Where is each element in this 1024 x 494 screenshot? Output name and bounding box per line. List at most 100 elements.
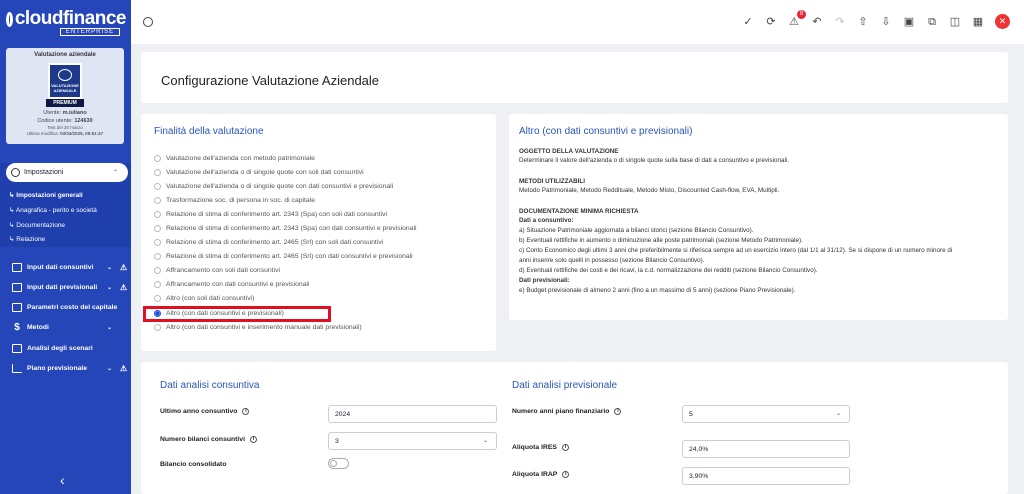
check-icon[interactable]: ✓ bbox=[742, 16, 754, 28]
cloudfinance-logo[interactable]: cloudfinance ENTERPRISE bbox=[6, 8, 127, 38]
save-icon[interactable]: ▣ bbox=[903, 16, 915, 28]
sidebar-item-label: Impostazioni bbox=[24, 169, 64, 176]
radio-option[interactable]: Altro (con soli dati consuntivi) bbox=[154, 295, 254, 302]
radio-option[interactable]: Altro (con dati consuntivi e inserimento… bbox=[154, 324, 362, 331]
help-icon[interactable] bbox=[143, 17, 153, 27]
detail-card: Altro (con dati consuntivi e previsional… bbox=[509, 114, 1008, 320]
copy-icon[interactable]: ⧉ bbox=[926, 16, 938, 28]
redo-icon[interactable]: ↷ bbox=[834, 16, 846, 28]
radio-icon bbox=[154, 225, 161, 232]
download-icon[interactable]: ⇩ bbox=[880, 16, 892, 28]
radio-option[interactable]: Valutazione dell'azienda o di singole qu… bbox=[154, 183, 393, 190]
submenu-impostazioni-generali[interactable]: ↳ Impostazioni generali bbox=[9, 191, 83, 199]
sidebar-item-input-dati-consuntivi[interactable]: Input dati consuntivi ⌄ ⚠ bbox=[12, 260, 130, 274]
alert-icon[interactable]: ⚠ 8 bbox=[788, 9, 806, 28]
undo-icon[interactable]: ↶ bbox=[811, 16, 823, 28]
sidebar-item-piano-previsionale[interactable]: Piano previsionale ⌄ ⚠ bbox=[12, 361, 130, 375]
sidebar-item-analisi-scenari[interactable]: Analisi degli scenari bbox=[12, 341, 130, 355]
finalita-title: Finalità della valutazione bbox=[154, 126, 264, 137]
radio-option[interactable]: Relazione di stima di conferimento art. … bbox=[154, 253, 413, 260]
edit-icon bbox=[12, 262, 22, 272]
numero-bilanci-label: Numero bilanci consuntivi i bbox=[160, 436, 257, 443]
ires-label: Aliquota IRES i bbox=[512, 444, 569, 451]
consuntivo-line: a) Situazione Patrimoniale aggiornata a … bbox=[519, 227, 754, 234]
previsionali-heading: Dati previsionali: bbox=[519, 277, 570, 284]
sidebar-item-metodi[interactable]: $ Metodi ⌄ bbox=[12, 320, 130, 334]
irap-input[interactable]: 3,90% bbox=[682, 467, 850, 485]
numero-bilanci-select[interactable]: 3 ⌄ bbox=[328, 432, 497, 450]
ultimo-anno-label: Ultimo anno consuntivo i bbox=[160, 408, 250, 415]
warning-icon: ⚠ bbox=[120, 282, 128, 292]
ultimo-anno-input[interactable]: 2024 bbox=[328, 405, 497, 423]
radio-icon bbox=[154, 324, 161, 331]
previsionali-line: e) Budget previsionale di almeno 2 anni … bbox=[519, 287, 796, 294]
warning-icon: ⚠ bbox=[120, 363, 128, 373]
radio-option[interactable]: Trasformazione soc. di persona in soc. d… bbox=[154, 197, 315, 204]
edit-icon bbox=[12, 302, 22, 312]
dati-analisi-card: Dati analisi consuntiva Ultimo anno cons… bbox=[141, 362, 1008, 494]
consuntivo-line: anni inserire solo quelli in possesso (s… bbox=[519, 257, 705, 264]
radio-icon bbox=[154, 169, 161, 176]
consolidato-label: Bilancio consolidato bbox=[160, 461, 227, 468]
chevron-down-icon: ⌄ bbox=[107, 264, 113, 271]
page-title-card: Configurazione Valutazione Aziendale bbox=[141, 52, 1008, 103]
collapse-sidebar-icon[interactable]: ‹ bbox=[60, 472, 65, 488]
sidebar-item-impostazioni[interactable]: Impostazioni ⌃ bbox=[6, 163, 128, 182]
info-icon[interactable]: i bbox=[614, 408, 622, 415]
radio-icon bbox=[154, 197, 161, 204]
info-icon[interactable]: i bbox=[562, 471, 570, 478]
radio-icon bbox=[154, 295, 161, 302]
chevron-down-icon: ⌄ bbox=[107, 284, 113, 291]
radio-icon bbox=[154, 267, 161, 274]
badge-text: VALUTAZIONE AZIENDALE bbox=[51, 83, 79, 93]
radio-option[interactable]: Affrancamento con dati consuntivi e prev… bbox=[154, 281, 309, 288]
finalita-card: Finalità della valutazione Valutazione d… bbox=[141, 114, 496, 351]
top-toolbar: ✓ ⟳ ⚠ 8 ↶ ↷ ⇧ ⇩ ▣ ⧉ ◫ ▦ ✕ bbox=[131, 0, 1024, 44]
upload-icon[interactable]: ⇧ bbox=[857, 16, 869, 28]
consuntivo-line: c) Conto Economico degli ultimi 3 anni c… bbox=[519, 247, 953, 254]
radio-option-selected[interactable]: Altro (con dati consuntivi e previsional… bbox=[154, 310, 284, 317]
irap-label: Aliquota IRAP i bbox=[512, 471, 570, 478]
radio-option[interactable]: Relazione di stima di conferimento art. … bbox=[154, 225, 416, 232]
layout-icon[interactable]: ▦ bbox=[972, 16, 984, 28]
company-card-title: Valutazione aziendale bbox=[34, 52, 96, 58]
info-icon[interactable]: i bbox=[561, 444, 569, 451]
metodi-text: Metodo Patrimoniale, Metodo Reddituale, … bbox=[519, 187, 780, 194]
submenu-documentazione[interactable]: ↳ Documentazione bbox=[9, 221, 65, 229]
last-modified-line: Ultima modifica: 03/04/2025, 09:51:47 bbox=[26, 131, 104, 136]
edit-icon bbox=[12, 282, 22, 292]
radio-option[interactable]: Relazione di stima di conferimento art. … bbox=[154, 239, 383, 246]
consolidato-toggle[interactable] bbox=[328, 458, 349, 469]
consuntivo-line: b) Eventuali rettifiche in aumento o dim… bbox=[519, 237, 803, 244]
submenu-anagrafica[interactable]: ↳ Anagrafica - perito e società bbox=[9, 206, 97, 214]
page-title: Configurazione Valutazione Aziendale bbox=[161, 73, 380, 88]
radio-icon bbox=[154, 239, 161, 246]
book-icon bbox=[12, 343, 22, 353]
anni-piano-select[interactable]: 5 ⌄ bbox=[682, 405, 850, 423]
sidebar-item-parametri-costo-capitale[interactable]: Parametri costo del capitale bbox=[12, 300, 130, 314]
brand-name: cloudfinance bbox=[14, 8, 127, 29]
radio-option[interactable]: Affrancamento con soli dati consuntivi bbox=[154, 267, 280, 274]
info-icon[interactable]: i bbox=[249, 436, 257, 443]
columns-icon[interactable]: ◫ bbox=[949, 16, 961, 28]
radio-option[interactable]: Valutazione dell'azienda con metodo patr… bbox=[154, 155, 315, 162]
chevron-down-icon: ⌄ bbox=[835, 411, 841, 417]
radio-option[interactable]: Relazione di stima di conferimento art. … bbox=[154, 211, 387, 218]
detail-title: Altro (con dati consuntivi e previsional… bbox=[519, 126, 693, 137]
refresh-icon[interactable]: ⟳ bbox=[765, 16, 777, 28]
valutazione-badge-icon: VALUTAZIONE AZIENDALE bbox=[48, 63, 82, 99]
notification-count-badge: 8 bbox=[797, 9, 806, 19]
info-icon[interactable]: i bbox=[242, 408, 250, 415]
chevron-up-icon: ⌃ bbox=[112, 170, 118, 176]
company-card: Valutazione aziendale VALUTAZIONE AZIEND… bbox=[6, 48, 124, 144]
radio-option[interactable]: Valutazione dell'azienda o di singole qu… bbox=[154, 169, 364, 176]
ires-input[interactable]: 24,0% bbox=[682, 440, 850, 458]
radio-icon bbox=[154, 155, 161, 162]
radio-icon bbox=[154, 183, 161, 190]
warning-icon: ⚠ bbox=[120, 262, 128, 272]
submenu-relazione[interactable]: ↳ Relazione bbox=[9, 235, 45, 243]
close-icon[interactable]: ✕ bbox=[995, 14, 1010, 29]
anni-piano-label: Numero anni piano finanziario i bbox=[512, 408, 622, 415]
previsionale-title: Dati analisi previsionale bbox=[512, 380, 618, 391]
sidebar-item-input-dati-previsionali[interactable]: Input dati previsionali ⌄ ⚠ bbox=[12, 280, 130, 294]
